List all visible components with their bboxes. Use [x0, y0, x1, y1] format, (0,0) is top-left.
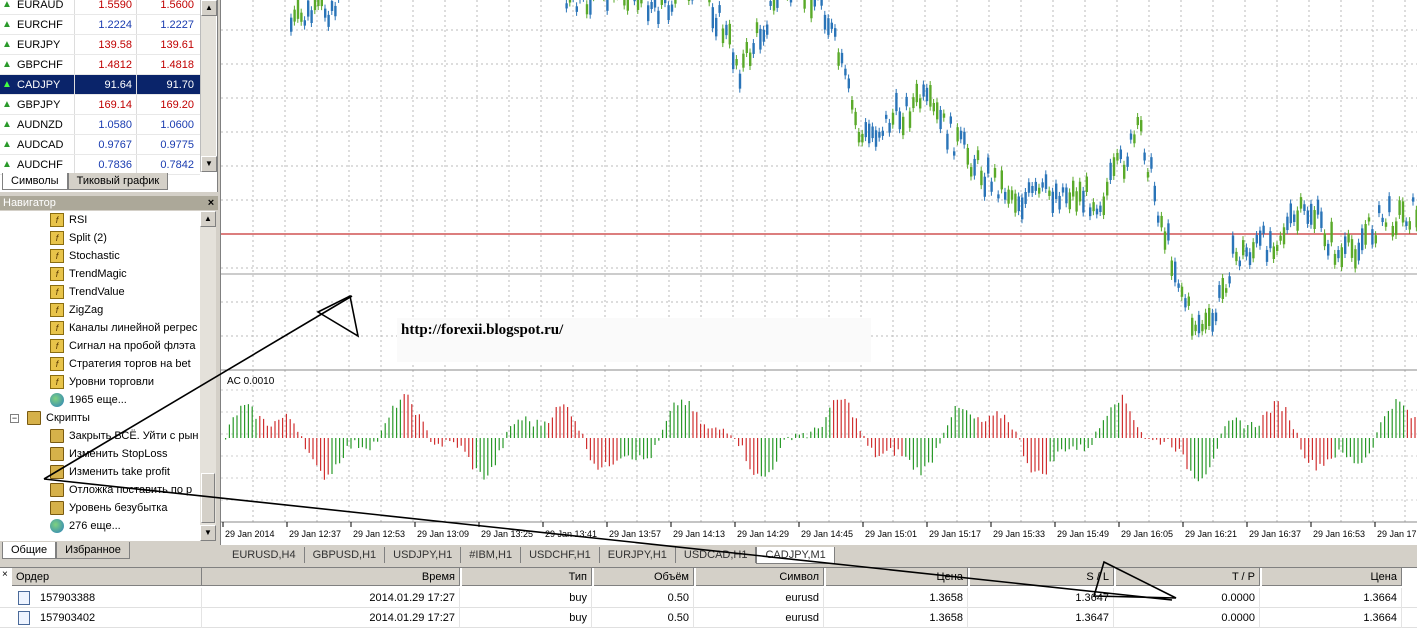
- arrow-head-up: [316, 294, 360, 338]
- arrow-line-up: [43, 295, 353, 480]
- arrow-line-right: [43, 478, 1173, 601]
- annotation-arrows: [43, 294, 1177, 601]
